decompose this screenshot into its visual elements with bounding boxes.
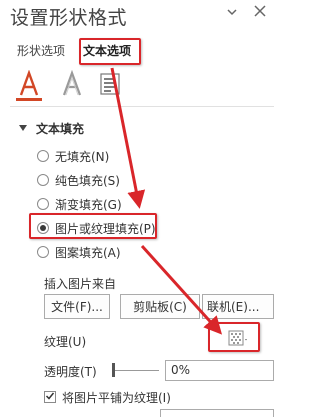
dropdown-arrow-icon[interactable]	[224, 4, 240, 20]
section-text-fill[interactable]: 文本填充	[36, 120, 84, 137]
partial-field	[160, 409, 274, 417]
text-options-icon-row	[0, 70, 274, 110]
clipboard-button[interactable]: 剪贴板(C)	[120, 294, 200, 319]
transparency-input[interactable]: 0%	[165, 360, 274, 381]
texture-label: 纹理(U)	[44, 335, 87, 349]
label-solid-fill: 纯色填充(S)	[55, 174, 120, 188]
online-button[interactable]: 联机(E)...	[202, 294, 274, 319]
checkmark-icon	[45, 392, 55, 400]
active-icon-underline	[16, 98, 42, 101]
radio-pattern-fill[interactable]	[37, 246, 49, 258]
collapse-triangle-icon[interactable]	[19, 125, 27, 131]
transparency-slider-thumb[interactable]	[112, 363, 115, 377]
panel-title: 设置形状格式	[10, 7, 128, 29]
label-pattern-fill: 图案填充(A)	[55, 246, 121, 260]
textbox-icon[interactable]	[97, 70, 123, 98]
radio-no-fill[interactable]	[37, 150, 49, 162]
text-fill-outline-icon[interactable]	[16, 70, 42, 98]
divider	[10, 106, 274, 107]
text-effects-icon[interactable]	[59, 70, 85, 98]
label-gradient-fill: 渐变填充(G)	[55, 198, 122, 212]
label-no-fill: 无填充(N)	[55, 150, 110, 164]
tab-text-highlight-box	[79, 38, 141, 65]
tile-texture-label: 将图片平铺为纹理(I)	[62, 391, 171, 405]
transparency-label: 透明度(T)	[44, 365, 97, 379]
transparency-slider-track[interactable]	[113, 370, 159, 371]
close-icon[interactable]	[253, 4, 267, 18]
radio-solid-fill[interactable]	[37, 174, 49, 186]
picture-fill-highlight-box	[29, 213, 157, 239]
insert-picture-from-label: 插入图片来自	[44, 277, 117, 291]
radio-gradient-fill[interactable]	[37, 198, 49, 210]
tile-texture-checkbox[interactable]	[44, 391, 56, 403]
texture-highlight-box	[208, 322, 260, 352]
tab-shape-options[interactable]: 形状选项	[17, 42, 65, 59]
file-button[interactable]: 文件(F)...	[44, 294, 110, 319]
